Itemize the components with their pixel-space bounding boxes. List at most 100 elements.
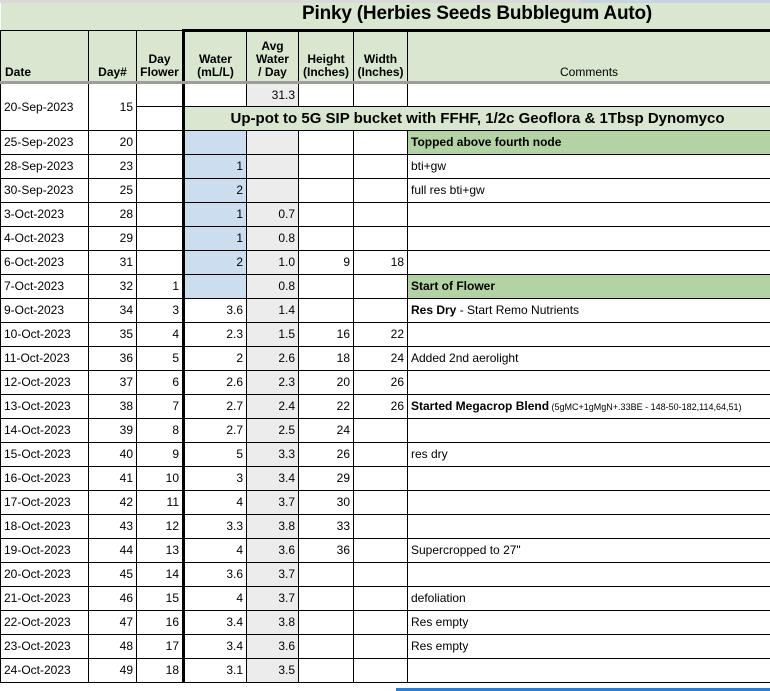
cell-water[interactable]: 4: [182, 585, 247, 611]
table-row[interactable]: 3-Oct-2023 28 1 0.7: [0, 201, 770, 227]
cell-width[interactable]: 22: [353, 321, 408, 347]
cell-water[interactable]: [182, 81, 247, 107]
cell-avg-water[interactable]: [246, 129, 299, 155]
cell-avg-water[interactable]: 3.4: [246, 465, 299, 491]
cell-date[interactable]: 20-Oct-2023: [0, 561, 89, 587]
table-row[interactable]: 11-Oct-2023 36 5 2 2.6 18 24 Added 2nd aeroligh…: [0, 345, 770, 371]
cell-comment[interactable]: res dry: [406, 441, 770, 467]
cell-height[interactable]: [298, 585, 354, 611]
cell-height[interactable]: 33: [298, 513, 354, 539]
table-row[interactable]: 22-Oct-2023 47 16 3.4 3.8 Res empty: [0, 609, 770, 635]
cell-date[interactable]: 13-Oct-2023: [0, 393, 89, 419]
cell-day-number[interactable]: 47: [88, 609, 137, 635]
cell-height[interactable]: 30: [298, 489, 354, 515]
cell-comment[interactable]: [406, 417, 770, 443]
cell-comment[interactable]: [406, 369, 770, 395]
cell-width[interactable]: [353, 201, 408, 227]
cell-height[interactable]: 16: [298, 321, 354, 347]
cell-avg-water[interactable]: 3.7: [246, 561, 299, 587]
cell-height[interactable]: [298, 129, 354, 155]
table-row[interactable]: 19-Oct-2023 44 13 4 3.6 36 Supercropped to 27": [0, 537, 770, 563]
cell-day-flower[interactable]: 12: [136, 513, 184, 539]
table-row[interactable]: 24-Oct-2023 49 18 3.1 3.5: [0, 657, 770, 683]
cell-avg-water[interactable]: [246, 177, 299, 203]
cell-avg-water[interactable]: 2.3: [246, 369, 299, 395]
cell-day-number[interactable]: 40: [88, 441, 137, 467]
cell-width[interactable]: 18: [353, 249, 408, 275]
cell-water[interactable]: 3: [182, 465, 247, 491]
cell-avg-water[interactable]: 0.8: [246, 225, 299, 251]
table-row[interactable]: 4-Oct-2023 29 1 0.8: [0, 225, 770, 251]
cell-width[interactable]: [353, 177, 408, 203]
table-row[interactable]: 20-Sep-2023 15 31.3: [0, 81, 770, 131]
cell-water[interactable]: 3.6: [182, 297, 247, 323]
table-row[interactable]: 10-Oct-2023 35 4 2.3 1.5 16 22: [0, 321, 770, 347]
cell-width[interactable]: [353, 657, 408, 683]
cell-height[interactable]: [298, 657, 354, 683]
cell-comment[interactable]: [406, 513, 770, 539]
cell-width[interactable]: [353, 513, 408, 539]
cell-day-number[interactable]: 29: [88, 225, 137, 251]
cell-height[interactable]: 18: [298, 345, 354, 371]
cell-day-number[interactable]: 38: [88, 393, 137, 419]
cell-height[interactable]: 22: [298, 393, 354, 419]
cell-height[interactable]: [298, 81, 354, 107]
cell-width[interactable]: [353, 561, 408, 587]
cell-comment[interactable]: [406, 321, 770, 347]
cell-day-number[interactable]: 49: [88, 657, 137, 683]
cell-water[interactable]: 2: [182, 345, 247, 371]
cell-day-number[interactable]: 46: [88, 585, 137, 611]
cell-day-flower[interactable]: 4: [136, 321, 184, 347]
cell-day-flower[interactable]: 15: [136, 585, 184, 611]
table-row[interactable]: 7-Oct-2023 32 1 0.8 Start of Flower: [0, 273, 770, 299]
cell-height[interactable]: 24: [298, 417, 354, 443]
cell-day-flower[interactable]: 8: [136, 417, 184, 443]
table-row[interactable]: 16-Oct-2023 41 10 3 3.4 29: [0, 465, 770, 491]
cell-width[interactable]: 24: [353, 345, 408, 371]
cell-date[interactable]: 4-Oct-2023: [0, 225, 89, 251]
cell-day-flower[interactable]: 10: [136, 465, 184, 491]
cell-height[interactable]: [298, 177, 354, 203]
cell-day-flower[interactable]: [136, 129, 184, 155]
cell-comment[interactable]: [406, 225, 770, 251]
cell-day-number[interactable]: 37: [88, 369, 137, 395]
cell-comment[interactable]: bti+gw: [406, 153, 770, 179]
cell-comment[interactable]: Added 2nd aerolight: [406, 345, 770, 371]
cell-day-flower[interactable]: [136, 249, 184, 275]
cell-date[interactable]: 10-Oct-2023: [0, 321, 89, 347]
cell-day-flower[interactable]: 6: [136, 369, 184, 395]
cell-date[interactable]: 12-Oct-2023: [0, 369, 89, 395]
cell-date[interactable]: 28-Sep-2023: [0, 153, 89, 179]
cell-width[interactable]: [353, 225, 408, 251]
cell-water[interactable]: 2.6: [182, 369, 247, 395]
cell-water[interactable]: 3.3: [182, 513, 247, 539]
cell-water[interactable]: 2: [182, 249, 247, 275]
cell-day-flower[interactable]: 11: [136, 489, 184, 515]
cell-width[interactable]: [353, 489, 408, 515]
cell-date[interactable]: 14-Oct-2023: [0, 417, 89, 443]
cell-date[interactable]: 16-Oct-2023: [0, 465, 89, 491]
cell-day-flower[interactable]: [136, 153, 184, 179]
cell-comment[interactable]: Res Dry - Start Remo Nutrients: [406, 297, 770, 323]
cell-comment[interactable]: [406, 561, 770, 587]
cell-avg-water[interactable]: 2.6: [246, 345, 299, 371]
cell-day-number[interactable]: 20: [88, 129, 137, 155]
cell-width[interactable]: [353, 417, 408, 443]
cell-comment[interactable]: defoliation: [406, 585, 770, 611]
cell-height[interactable]: [298, 153, 354, 179]
cell-water[interactable]: 1: [182, 225, 247, 251]
cell-date[interactable]: 20-Sep-2023: [0, 81, 89, 131]
cell-height[interactable]: 29: [298, 465, 354, 491]
cell-date[interactable]: 19-Oct-2023: [0, 537, 89, 563]
cell-water[interactable]: 4: [182, 489, 247, 515]
cell-day-number[interactable]: 44: [88, 537, 137, 563]
cell-banner-note[interactable]: Up-pot to 5G SIP bucket with FFHF, 1/2c …: [181, 105, 770, 131]
cell-width[interactable]: 26: [353, 393, 408, 419]
cell-date[interactable]: 18-Oct-2023: [0, 513, 89, 539]
cell-date[interactable]: 6-Oct-2023: [0, 249, 89, 275]
cell-avg-water[interactable]: 3.7: [246, 585, 299, 611]
table-row[interactable]: 18-Oct-2023 43 12 3.3 3.8 33: [0, 513, 770, 539]
cell-avg-water[interactable]: 1.4: [246, 297, 299, 323]
cell-water[interactable]: 2: [182, 177, 247, 203]
cell-width[interactable]: [353, 609, 408, 635]
